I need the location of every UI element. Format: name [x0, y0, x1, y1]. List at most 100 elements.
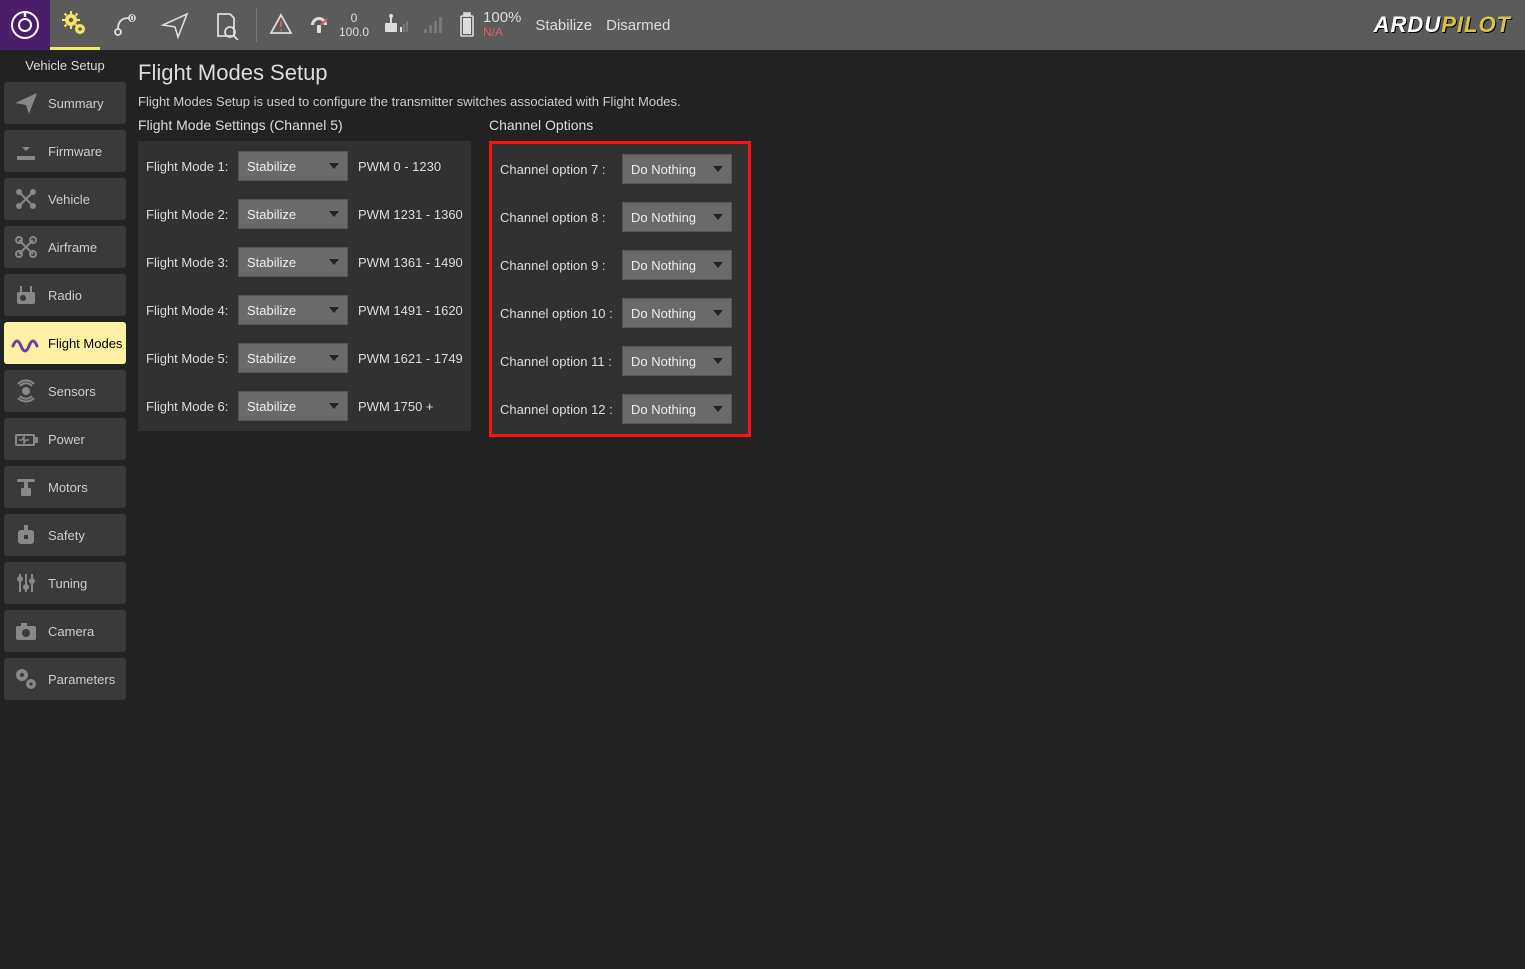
warning-icon[interactable] — [269, 12, 293, 39]
sidebar-item-label: Radio — [48, 288, 82, 303]
chevron-down-icon — [713, 214, 723, 220]
sidebar-item-airframe[interactable]: Airframe — [4, 226, 126, 268]
gps-status[interactable]: 0 100.0 — [307, 11, 369, 39]
flight-mode-row-3: Flight Mode 3: Stabilize PWM 1361 - 1490 — [146, 245, 463, 279]
dropdown-value: Do Nothing — [631, 354, 707, 369]
airframe-icon — [4, 234, 48, 260]
flight-mode-label: Flight Mode 4: — [146, 303, 228, 318]
dropdown-value: Do Nothing — [631, 258, 707, 273]
pwm-range: PWM 1231 - 1360 — [358, 207, 463, 222]
download-icon — [4, 138, 48, 164]
channel-option-11-select[interactable]: Do Nothing — [622, 346, 732, 376]
channel-option-8-select[interactable]: Do Nothing — [622, 202, 732, 232]
channel-option-row-11: Channel option 11 : Do Nothing — [500, 344, 740, 378]
brand-text-b: PILOT — [1441, 12, 1511, 38]
sidebar-item-camera[interactable]: Camera — [4, 610, 126, 652]
channel-option-label: Channel option 9 : — [500, 258, 612, 273]
camera-icon — [4, 618, 48, 644]
telemetry-icon[interactable] — [383, 13, 409, 38]
channel-option-row-10: Channel option 10 : Do Nothing — [500, 296, 740, 330]
sidebar-item-tuning[interactable]: Tuning — [4, 562, 126, 604]
sidebar-item-label: Parameters — [48, 672, 115, 687]
sidebar-item-vehicle[interactable]: Vehicle — [4, 178, 126, 220]
channel-option-label: Channel option 10 : — [500, 306, 612, 321]
dropdown-value: Stabilize — [247, 303, 323, 318]
vehicle-setup-button[interactable] — [50, 0, 100, 50]
battery-status[interactable]: 100% N/A — [459, 11, 521, 39]
flight-mode-section-label: Flight Mode Settings (Channel 5) — [138, 117, 471, 133]
plan-route-button[interactable]: 0 — [100, 0, 150, 50]
flight-mode-label: Flight Mode 1: — [146, 159, 228, 174]
channel-option-9-select[interactable]: Do Nothing — [622, 250, 732, 280]
channel-option-label: Channel option 12 : — [500, 402, 612, 417]
pwm-range: PWM 1361 - 1490 — [358, 255, 463, 270]
fly-button[interactable] — [150, 0, 200, 50]
sidebar-item-sensors[interactable]: Sensors — [4, 370, 126, 412]
sidebar-title: Vehicle Setup — [0, 50, 130, 79]
sidebar-item-radio[interactable]: Radio — [4, 274, 126, 316]
analyze-button[interactable] — [200, 0, 250, 50]
sidebar-item-summary[interactable]: Summary — [4, 82, 126, 124]
signal-icon[interactable] — [423, 13, 445, 38]
flight-mode-1-select[interactable]: Stabilize — [238, 151, 348, 181]
flight-mode-row-1: Flight Mode 1: Stabilize PWM 0 - 1230 — [146, 149, 463, 183]
toolbar-separator — [256, 8, 257, 42]
page-title: Flight Modes Setup — [138, 60, 1517, 86]
channel-option-12-select[interactable]: Do Nothing — [622, 394, 732, 424]
flight-mode-row-2: Flight Mode 2: Stabilize PWM 1231 - 1360 — [146, 197, 463, 231]
chevron-down-icon — [713, 262, 723, 268]
chevron-down-icon — [329, 307, 339, 313]
chevron-down-icon — [329, 211, 339, 217]
power-icon — [4, 426, 48, 452]
chevron-down-icon — [713, 166, 723, 172]
battery-percent: 100% — [483, 11, 521, 25]
chevron-down-icon — [329, 163, 339, 169]
dropdown-value: Do Nothing — [631, 402, 707, 417]
flight-mode-status[interactable]: Stabilize — [535, 17, 592, 34]
sidebar-item-label: Tuning — [48, 576, 87, 591]
main-content: Flight Modes Setup Flight Modes Setup is… — [130, 50, 1525, 969]
sidebar-item-parameters[interactable]: Parameters — [4, 658, 126, 700]
dropdown-value: Stabilize — [247, 207, 323, 222]
toolbar-spacer — [670, 0, 1373, 50]
channel-option-10-select[interactable]: Do Nothing — [622, 298, 732, 328]
sidebar-item-motors[interactable]: Motors — [4, 466, 126, 508]
armed-status[interactable]: Disarmed — [606, 17, 670, 34]
dropdown-value: Stabilize — [247, 255, 323, 270]
flight-mode-2-select[interactable]: Stabilize — [238, 199, 348, 229]
tuning-icon — [4, 570, 48, 596]
flight-mode-3-select[interactable]: Stabilize — [238, 247, 348, 277]
flight-mode-6-select[interactable]: Stabilize — [238, 391, 348, 421]
sidebar-item-power[interactable]: Power — [4, 418, 126, 460]
chevron-down-icon — [329, 355, 339, 361]
sidebar-item-label: Motors — [48, 480, 88, 495]
channel-option-7-select[interactable]: Do Nothing — [622, 154, 732, 184]
flight-mode-row-5: Flight Mode 5: Stabilize PWM 1621 - 1749 — [146, 341, 463, 375]
sidebar-item-firmware[interactable]: Firmware — [4, 130, 126, 172]
flight-mode-row-6: Flight Mode 6: Stabilize PWM 1750 + — [146, 389, 463, 423]
sidebar-item-flight-modes[interactable]: Flight Modes — [4, 322, 126, 364]
channel-option-row-9: Channel option 9 : Do Nothing — [500, 248, 740, 282]
dropdown-value: Stabilize — [247, 351, 323, 366]
flight-mode-row-4: Flight Mode 4: Stabilize PWM 1491 - 1620 — [146, 293, 463, 327]
app-logo-button[interactable] — [0, 0, 50, 50]
flight-mode-5-select[interactable]: Stabilize — [238, 343, 348, 373]
gps-hdop: 100.0 — [339, 25, 369, 39]
vehicle-icon — [4, 186, 48, 212]
flight-mode-4-select[interactable]: Stabilize — [238, 295, 348, 325]
sidebar-item-label: Firmware — [48, 144, 102, 159]
dropdown-value: Stabilize — [247, 399, 323, 414]
sidebar: Vehicle Setup Summary Firmware V — [0, 50, 130, 969]
channel-options-panel: Channel option 7 : Do Nothing Channel op… — [489, 141, 751, 437]
channel-option-label: Channel option 11 : — [500, 354, 612, 369]
sidebar-item-label: Summary — [48, 96, 104, 111]
pwm-range: PWM 1491 - 1620 — [358, 303, 463, 318]
pwm-range: PWM 1750 + — [358, 399, 434, 414]
pwm-range: PWM 0 - 1230 — [358, 159, 441, 174]
channel-options-section-label: Channel Options — [489, 117, 751, 133]
parameters-icon — [4, 666, 48, 692]
chevron-down-icon — [713, 310, 723, 316]
chevron-down-icon — [329, 259, 339, 265]
brand-text-a: ARDU — [1374, 12, 1442, 38]
sidebar-item-safety[interactable]: Safety — [4, 514, 126, 556]
